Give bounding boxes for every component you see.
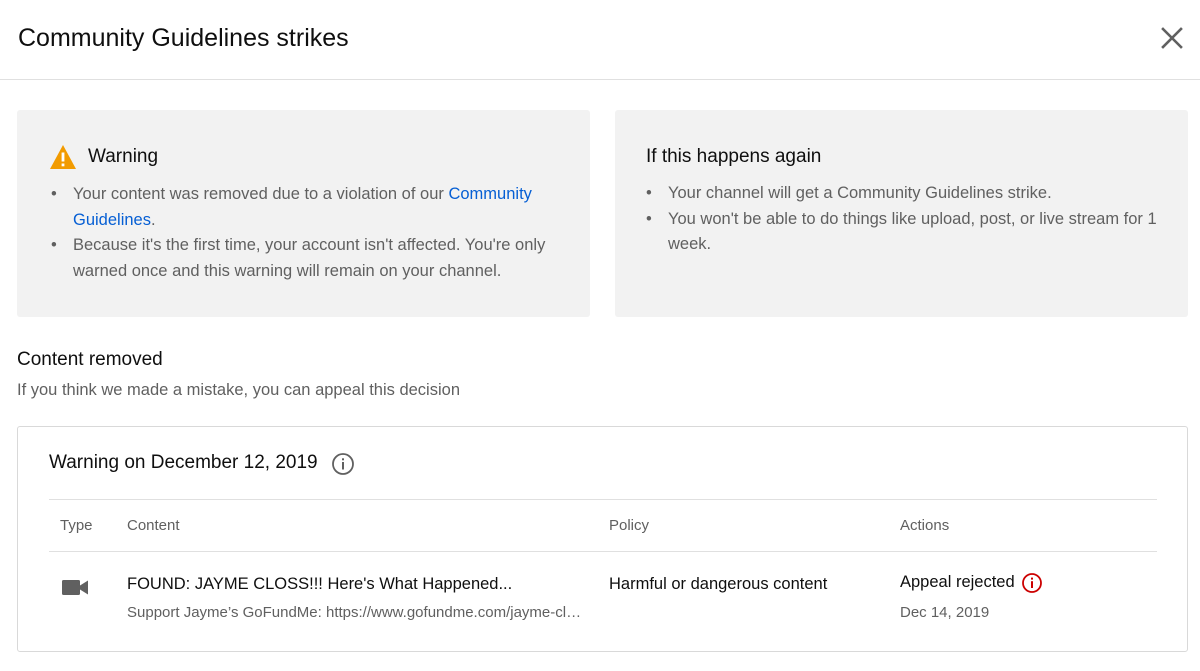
close-icon[interactable] [1158, 24, 1186, 52]
warning-bullets: Your content was removed due to a violat… [51, 182, 571, 284]
table-header-divider-bottom [49, 551, 1157, 552]
column-header-content: Content [127, 517, 180, 534]
video-camera-icon [62, 580, 88, 595]
content-removed-title: Content removed [17, 349, 163, 370]
warning-bullet-1-text: Your content was removed due to a violat… [73, 185, 449, 203]
dialog-header: Community Guidelines strikes [0, 0, 1200, 80]
appeal-status: Appeal rejected [900, 573, 1015, 591]
strike-card-title: Warning on December 12, 2019 [49, 452, 318, 473]
strike-card: Warning on December 12, 2019 Type Conten… [17, 426, 1188, 652]
policy-value: Harmful or dangerous content [609, 575, 828, 593]
happens-again-panel: If this happens again Your channel will … [615, 110, 1188, 317]
warning-panel: Warning Your content was removed due to … [17, 110, 590, 317]
info-icon[interactable] [331, 452, 355, 476]
happens-again-bullet-2: You won't be able to do things like uplo… [646, 207, 1176, 258]
happens-again-heading: If this happens again [646, 146, 822, 167]
column-header-actions: Actions [900, 517, 950, 534]
happens-again-bullets: Your channel will get a Community Guidel… [646, 181, 1176, 258]
warning-bullet-2: Because it's the first time, your accoun… [51, 233, 571, 284]
happens-again-bullet-1: Your channel will get a Community Guidel… [646, 181, 1176, 207]
dialog-title: Community Guidelines strikes [18, 24, 349, 52]
warning-bullet-1: Your content was removed due to a violat… [51, 182, 571, 233]
removed-video-description: Support Jayme’s GoFundMe: https://www.go… [127, 604, 582, 621]
table-header-divider-top [49, 499, 1157, 500]
column-header-type: Type [60, 517, 93, 534]
column-header-policy: Policy [609, 517, 650, 534]
warning-bullet-1-end: . [150, 210, 156, 229]
warning-heading: Warning [88, 146, 159, 167]
content-removed-subtitle: If you think we made a mistake, you can … [17, 381, 460, 399]
warning-triangle-icon [50, 145, 76, 169]
removed-video-title[interactable]: FOUND: JAYME CLOSS!!! Here's What Happen… [127, 575, 512, 594]
appeal-date: Dec 14, 2019 [900, 604, 990, 621]
alert-info-icon[interactable] [1021, 572, 1043, 594]
